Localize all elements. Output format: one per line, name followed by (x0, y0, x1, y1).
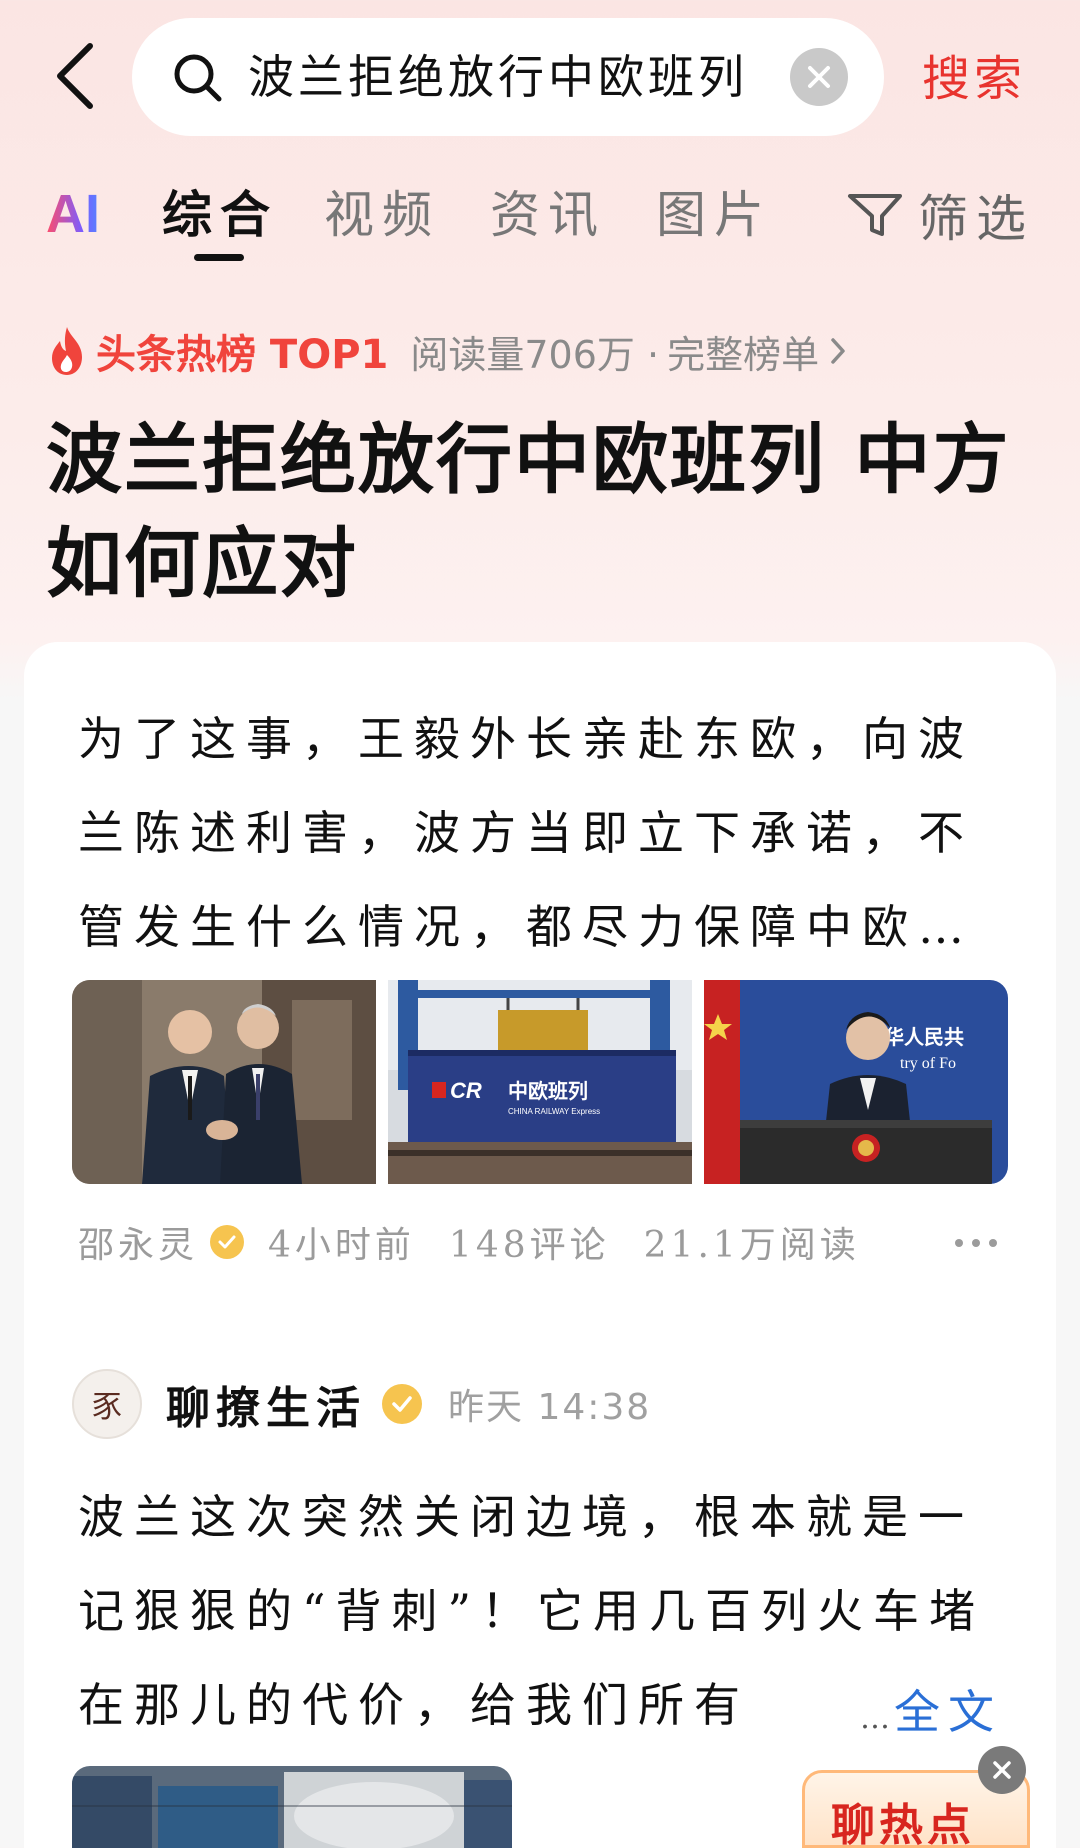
hot-rank-badge: 头条热榜 TOP1 (96, 332, 389, 378)
search-icon (174, 54, 222, 102)
search-input[interactable]: 波兰拒绝放行中欧班列 (248, 46, 808, 108)
post1-image-row: CR 中欧班列 CHINA RAILWAY Express 华人民共 try o… (72, 980, 1008, 1184)
results-card: 为了这事，王毅外长亲赴东欧，向波兰陈述利害，波方当即立下承诺，不管发生什么情况，… (24, 642, 1056, 1848)
post1-reads: 21.1万阅读 (643, 1225, 860, 1266)
post1-comments: 148评论 (448, 1225, 610, 1266)
backdrop-text: 华人民共 (884, 1025, 964, 1049)
tab-comprehensive[interactable]: 综合 (162, 180, 278, 250)
tab-news[interactable]: 资讯 (490, 180, 606, 250)
tab-ai[interactable]: AI (46, 182, 112, 246)
tab-video[interactable]: 视频 (324, 180, 440, 250)
topic-headline[interactable]: 波兰拒绝放行中欧班列 中方如何应对 (46, 408, 1046, 616)
chevron-left-icon (57, 43, 93, 109)
top-bar: 波兰拒绝放行中欧班列 搜索 (0, 0, 1080, 150)
flame-icon (52, 327, 82, 375)
post2-image[interactable] (72, 1766, 512, 1848)
avatar[interactable]: 豕 (72, 1369, 142, 1439)
press-conference-spokesperson-photo[interactable]: 华人民共 try of Fo (704, 980, 1008, 1184)
read-count: 阅读量706万 · (410, 332, 660, 377)
close-icon (993, 1761, 1011, 1779)
cr-logo-text: CR (450, 1078, 482, 1103)
post1-author[interactable]: 邵永灵 (78, 1216, 198, 1268)
china-railway-express-container-photo[interactable]: CR 中欧班列 CHINA RAILWAY Express (388, 980, 692, 1184)
ellipsis: … (860, 1701, 890, 1736)
full-ranking-link[interactable]: 完整榜单 (667, 324, 819, 379)
banner-text: 中欧班列 (508, 1079, 588, 1103)
post1-excerpt[interactable]: 为了这事，王毅外长亲赴东欧，向波兰陈述利害，波方当即立下承诺，不管发生什么情况，… (78, 692, 998, 974)
post2-author-row[interactable]: 豕 聊撩生活 昨天 14:38 (72, 1364, 972, 1444)
tab-bar: AI 综合 视频 资讯 图片 筛选 (0, 160, 1080, 270)
tab-images[interactable]: 图片 (656, 180, 772, 250)
post1-meta: 邵永灵 4小时前 148评论 21.1万阅读 (78, 1210, 1008, 1274)
search-box[interactable]: 波兰拒绝放行中欧班列 (132, 18, 884, 136)
backdrop-subtext: try of Fo (900, 1055, 956, 1072)
more-options-icon[interactable] (954, 1238, 998, 1248)
active-tab-indicator (194, 254, 244, 261)
post2-time: 昨天 14:38 (448, 1387, 652, 1428)
verified-badge-icon (382, 1384, 422, 1424)
post1-time: 4小时前 (268, 1225, 415, 1266)
clear-search-button[interactable] (790, 48, 848, 106)
floating-widget-label: 聊热点 (831, 1800, 975, 1848)
diplomats-handshake-photo[interactable] (72, 980, 376, 1184)
filter-icon (848, 194, 902, 236)
floating-widget-close-button[interactable] (978, 1746, 1026, 1794)
chevron-right-icon (831, 338, 845, 364)
search-submit-button[interactable]: 搜索 (922, 44, 1042, 114)
read-full-text-link[interactable]: …全文 (860, 1682, 1002, 1742)
verified-badge-icon (210, 1225, 245, 1259)
filter-label: 筛选 (918, 190, 1034, 248)
close-icon (808, 66, 830, 88)
filter-button[interactable]: 筛选 (846, 180, 1046, 250)
post2-author[interactable]: 聊撩生活 (166, 1372, 366, 1436)
banner-subtext: CHINA RAILWAY Express (508, 1107, 600, 1116)
back-button[interactable] (44, 36, 104, 116)
full-text-label: 全文 (894, 1685, 1002, 1739)
hot-rank-line[interactable]: 头条热榜 TOP1 阅读量706万 · 完整榜单 (46, 320, 1046, 382)
